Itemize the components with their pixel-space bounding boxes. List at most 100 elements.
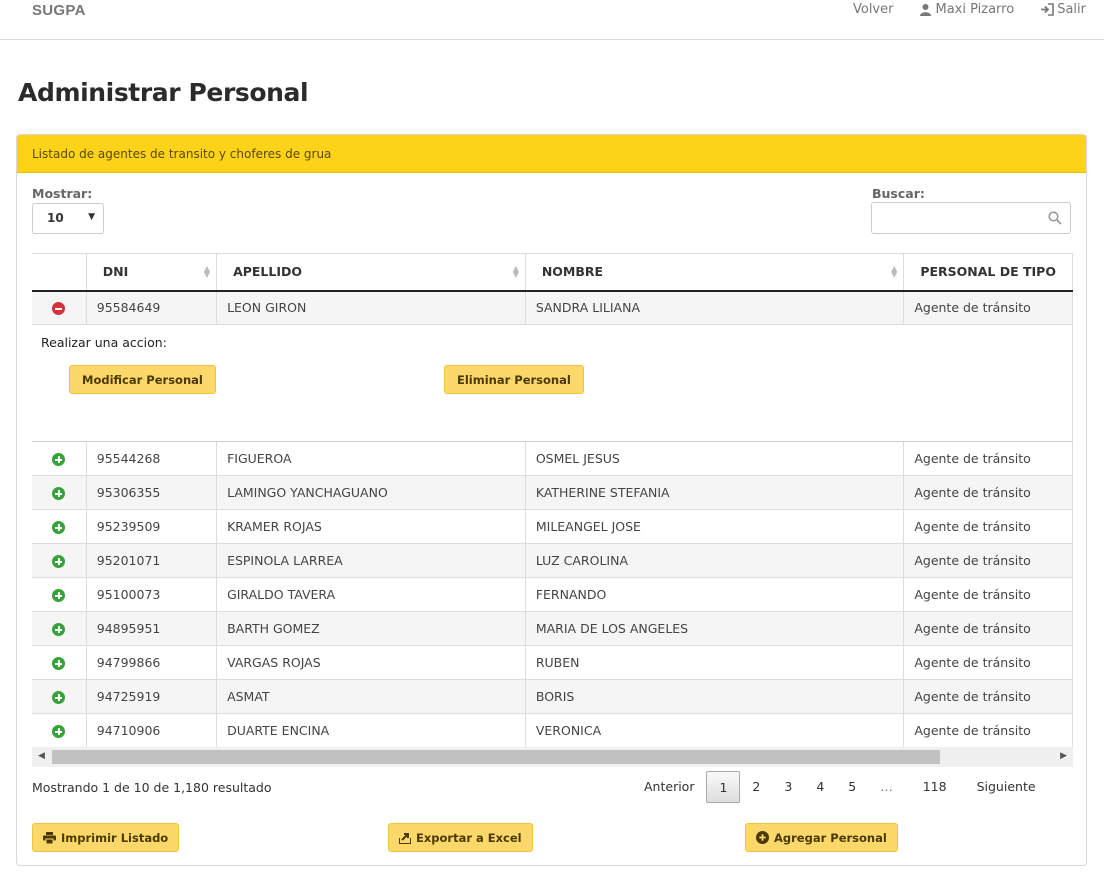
cell-tipo: Agente de tránsito [903,577,1073,612]
add-label: Agregar Personal [774,830,887,845]
cell-tipo: Agente de tránsito [903,611,1073,646]
column-header-apellido[interactable]: APELLIDO ▲ ▼ [216,253,526,292]
table-row[interactable]: 94799866 VARGAS ROJAS RUBEN Agente de tráns… [32,645,1073,680]
horizontal-scrollbar[interactable]: ◀ ▶ [32,747,1073,767]
expand-control[interactable] [32,441,87,476]
pagination-page-4[interactable]: 4 [804,771,836,803]
collapse-control[interactable] [32,290,87,325]
table-row[interactable]: 95584649 LEON GIRON SANDRA LILIANA Agent… [32,290,1073,325]
sort-icon: ▲ ▼ [512,264,519,279]
page-size-select[interactable]: 10 ▼ [32,203,104,234]
plus-circle-icon[interactable] [52,487,66,500]
results-info: Mostrando 1 de 10 de 1,180 resultado [32,780,272,795]
cell-tipo: Agente de tránsito [903,679,1073,714]
cell-nombre: FERNANDO [525,577,905,612]
user-icon [920,4,932,16]
cell-tipo: Agente de tránsito [903,475,1073,510]
modify-label: Modificar Personal [82,372,203,387]
personnel-table: DNI ▲ ▼ APELLIDO ▲ ▼ NOMBRE ▲ ▼ PERSONAL DE TI… [32,253,1073,747]
plus-circle-icon[interactable] [52,657,66,670]
expand-control[interactable] [32,543,87,578]
table-row[interactable]: 95201071 ESPINOLA LARREA LUZ CAROLINA Agent… [32,543,1073,578]
scroll-left-icon[interactable]: ◀ [38,751,45,761]
logout-link[interactable]: Salir [1040,2,1086,17]
plus-circle-icon[interactable] [52,521,66,534]
control-column-header [32,253,87,292]
print-list-button[interactable]: Imprimir Listado [32,823,180,852]
column-header-nombre[interactable]: NOMBRE ▲ ▼ [525,253,905,292]
search-input[interactable] [871,202,1071,234]
modify-personnel-button[interactable]: Modificar Personal [69,365,216,394]
table-row[interactable]: 94895951 BARTH GOMEZ MARIA DE LOS ANGELES A… [32,611,1073,646]
expand-control[interactable] [32,679,87,714]
show-label: Mostrar: [32,186,93,201]
plus-circle-icon[interactable] [52,623,66,636]
column-header-label: APELLIDO [233,264,303,280]
expand-control[interactable] [32,509,87,544]
cell-dni: 95584649 [86,290,218,325]
table-row[interactable]: 95544268 FIGUEROA OSMEL JESUS Agente de trá… [32,441,1073,476]
scroll-right-icon[interactable]: ▶ [1060,751,1067,761]
cell-tipo: Agente de tránsito [903,290,1073,325]
cell-nombre: MARIA DE LOS ANGELES [525,611,905,646]
plus-circle-icon[interactable] [52,725,66,738]
row-details: Realizar una accion: Modificar Personal … [32,324,1073,442]
user-menu[interactable]: Maxi Pizarro [919,2,1014,17]
cell-dni: 95306355 [86,475,218,510]
page-title: Administrar Personal [18,78,309,107]
cell-nombre: MILEANGEL JOSE [525,509,905,544]
top-nav: Volver Maxi Pizarro Salir [853,2,1086,17]
add-personnel-button[interactable]: Agregar Personal [745,823,898,852]
expand-control[interactable] [32,577,87,612]
scrollbar-thumb[interactable] [52,750,940,764]
minus-circle-icon[interactable] [52,302,66,316]
cell-tipo: Agente de tránsito [903,509,1073,544]
back-link[interactable]: Volver [853,2,894,17]
delete-personnel-button[interactable]: Eliminar Personal [444,365,584,394]
plus-circle-icon[interactable] [52,555,66,568]
pagination-page-1[interactable]: 1 [706,771,741,803]
plus-circle-icon[interactable] [52,453,66,466]
cell-tipo: Agente de tránsito [903,713,1073,747]
bottom-actions: Imprimir Listado Exportar a Excel Agrega… [32,823,1073,852]
print-label: Imprimir Listado [61,830,169,845]
cell-tipo: Agente de tránsito [903,645,1073,680]
export-excel-button[interactable]: Exportar a Excel [388,823,533,852]
plus-circle-icon[interactable] [52,589,66,602]
expand-control[interactable] [32,611,87,646]
cell-nombre: BORIS [525,679,905,714]
page-size-value: 10 [47,211,64,225]
delete-label: Eliminar Personal [457,372,571,387]
action-title: Realizar una accion: [41,335,167,350]
expand-control[interactable] [32,645,87,680]
table-row[interactable]: 94710906 DUARTE ENCINA VERONICA Agente de t… [32,713,1073,747]
expand-control[interactable] [32,475,87,510]
pagination-page-5[interactable]: 5 [836,771,868,803]
cell-dni: 95239509 [86,509,218,544]
table-row[interactable]: 94725919 ASMAT BORIS Agente de tránsito [32,679,1073,714]
pagination-previous[interactable]: Anterior [632,771,706,803]
cell-apellido: BARTH GOMEZ [216,611,526,646]
cell-apellido: LEON GIRON [216,290,526,325]
brand-logo[interactable]: SUGPA [32,2,86,19]
table-row[interactable]: 95100073 GIRALDO TAVERA FERNANDO Agente de … [32,577,1073,612]
column-header-tipo[interactable]: PERSONAL DE TIPO [903,253,1073,292]
cell-apellido: ESPINOLA LARREA [216,543,526,578]
table-row[interactable]: 95306355 LAMINGO YANCHAGUANO KATHERINE STE… [32,475,1073,510]
cell-apellido: FIGUEROA [216,441,526,476]
pagination-next[interactable]: Siguiente [965,771,1048,803]
cell-tipo: Agente de tránsito [903,543,1073,578]
cell-dni: 95544268 [86,441,218,476]
column-header-label: NOMBRE [541,264,604,280]
pagination-page-118[interactable]: 118 [905,771,965,803]
plus-circle-icon[interactable] [52,691,66,704]
row-details-cell: Realizar una accion: Modificar Personal … [32,324,1073,442]
column-header-dni[interactable]: DNI ▲ ▼ [86,253,218,292]
pagination-page-2[interactable]: 2 [740,771,772,803]
table-row[interactable]: 95239509 KRAMER ROJAS MILEANGEL JOSE Agente… [32,509,1073,544]
expand-control[interactable] [32,713,87,747]
cell-apellido: ASMAT [216,679,526,714]
column-header-label: DNI [102,264,129,280]
pagination-page-3[interactable]: 3 [772,771,804,803]
search-label: Buscar: [872,186,925,201]
